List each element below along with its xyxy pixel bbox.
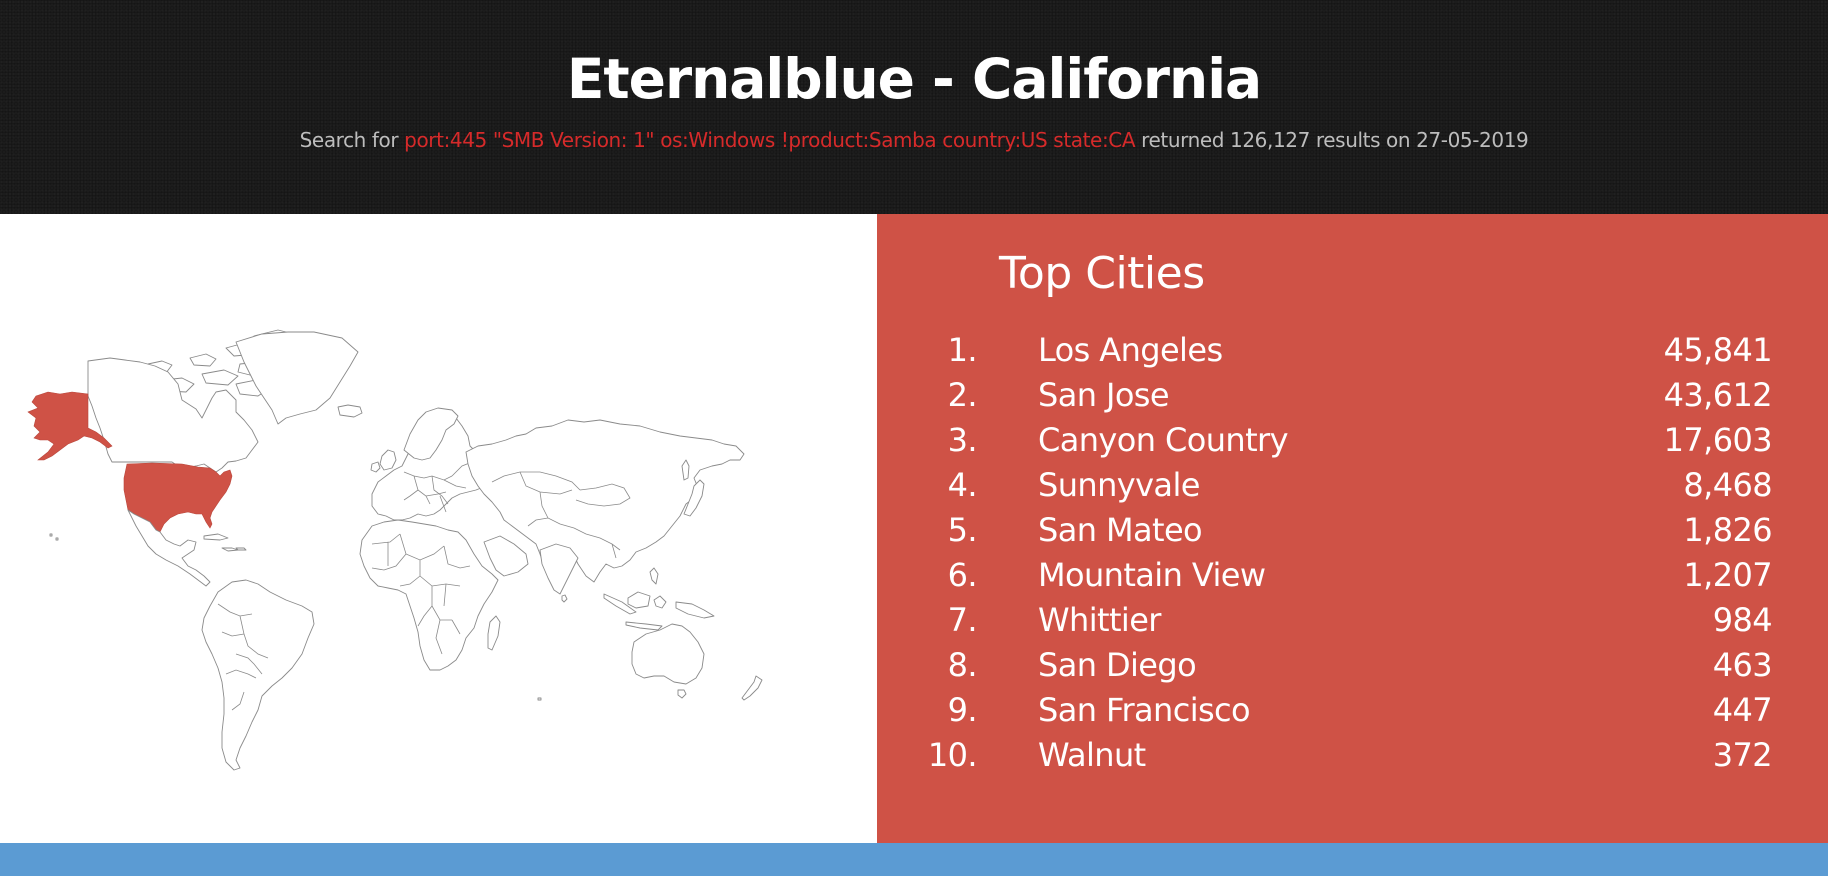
city-row: 9. San Francisco 447 xyxy=(877,688,1828,733)
southeast-asia-islands xyxy=(603,567,715,631)
country-uk xyxy=(379,449,397,471)
city-rank: 1. xyxy=(947,331,978,369)
city-rank: 10. xyxy=(927,736,978,774)
city-row: 5. San Mateo 1,826 xyxy=(877,508,1828,553)
city-rank: 6. xyxy=(947,556,978,594)
small-island xyxy=(537,697,542,701)
city-name: San Jose xyxy=(1038,376,1170,414)
city-name: San Mateo xyxy=(1038,511,1203,549)
city-row: 1. Los Angeles 45,841 xyxy=(877,328,1828,373)
city-name: Mountain View xyxy=(1038,556,1266,594)
city-name: Whittier xyxy=(1038,601,1161,639)
city-name: Sunnyvale xyxy=(1038,466,1200,504)
country-mexico xyxy=(127,509,211,587)
caribbean-islands xyxy=(203,533,247,552)
city-row: 4. Sunnyvale 8,468 xyxy=(877,463,1828,508)
country-madagascar xyxy=(487,615,501,651)
country-ireland xyxy=(370,461,381,473)
continent-south-america xyxy=(201,579,315,771)
country-sri-lanka xyxy=(561,594,568,603)
top-cities-list: 1. Los Angeles 45,841 2. San Jose 43,612… xyxy=(877,328,1828,778)
city-name: San Francisco xyxy=(1038,691,1251,729)
world-map-panel xyxy=(0,214,877,843)
city-rank: 2. xyxy=(947,376,978,414)
city-name: Walnut xyxy=(1038,736,1146,774)
city-count: 463 xyxy=(1712,646,1773,684)
city-rank: 7. xyxy=(947,601,978,639)
city-row: 8. San Diego 463 xyxy=(877,643,1828,688)
arabian-peninsula xyxy=(483,535,529,577)
city-name: Los Angeles xyxy=(1038,331,1223,369)
city-count: 984 xyxy=(1712,601,1773,639)
search-query: port:445 "SMB Version: 1" os:Windows !pr… xyxy=(404,128,1136,152)
city-rank: 8. xyxy=(947,646,978,684)
city-count: 43,612 xyxy=(1663,376,1773,414)
city-rank: 4. xyxy=(947,466,978,504)
city-row: 6. Mountain View 1,207 xyxy=(877,553,1828,598)
city-count: 372 xyxy=(1712,736,1773,774)
country-new-zealand xyxy=(741,675,763,701)
city-count: 8,468 xyxy=(1683,466,1772,504)
top-cities-panel: Top Cities 1. Los Angeles 45,841 2. San … xyxy=(877,214,1828,843)
continent-africa xyxy=(359,519,499,671)
city-row: 7. Whittier 984 xyxy=(877,598,1828,643)
tasmania xyxy=(677,689,687,699)
hawaii-islands xyxy=(49,533,59,541)
country-australia xyxy=(631,623,705,685)
city-name: Canyon Country xyxy=(1038,421,1289,459)
world-map xyxy=(27,329,763,771)
country-india xyxy=(539,543,579,595)
city-row: 3. Canyon Country 17,603 xyxy=(877,418,1828,463)
search-prefix: Search for xyxy=(299,128,399,152)
search-summary: Search for port:445 "SMB Version: 1" os:… xyxy=(0,126,1828,154)
city-rank: 3. xyxy=(947,421,978,459)
page-title: Eternalblue - California xyxy=(566,47,1262,111)
city-count: 45,841 xyxy=(1663,331,1773,369)
city-count: 1,207 xyxy=(1683,556,1772,594)
city-row: 10. Walnut 372 xyxy=(877,733,1828,778)
footer-bar xyxy=(0,843,1828,876)
top-cities-title: Top Cities xyxy=(999,248,1205,299)
city-count: 447 xyxy=(1712,691,1773,729)
report-header: Eternalblue - California Search for port… xyxy=(0,0,1828,214)
city-rank: 9. xyxy=(947,691,978,729)
city-name: San Diego xyxy=(1038,646,1197,684)
city-count: 1,826 xyxy=(1683,511,1772,549)
city-rank: 5. xyxy=(947,511,978,549)
search-result-summary: returned 126,127 results on 27-05-2019 xyxy=(1141,128,1529,152)
city-row: 2. San Jose 43,612 xyxy=(877,373,1828,418)
city-count: 17,603 xyxy=(1663,421,1773,459)
country-iceland xyxy=(337,404,363,418)
